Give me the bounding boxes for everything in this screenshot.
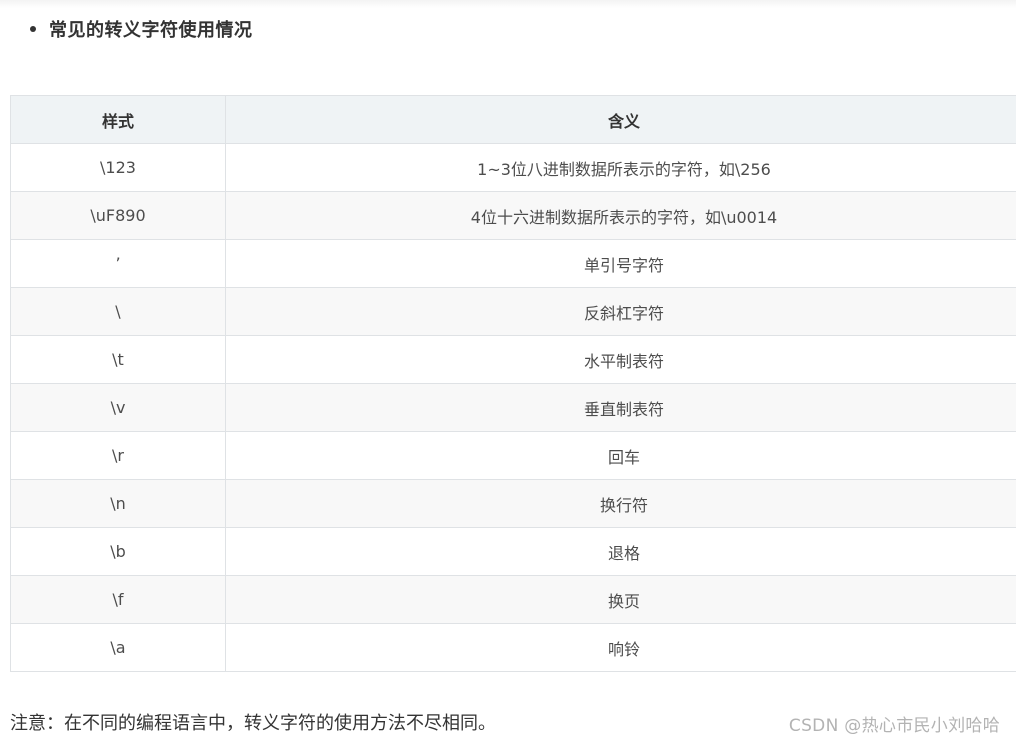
- cell-style: \uF890: [10, 191, 226, 240]
- table-row: \ 反斜杠字符: [10, 287, 1016, 336]
- cell-meaning: 1~3位八进制数据所表示的字符，如\256: [225, 143, 1016, 192]
- cell-meaning: 换行符: [225, 479, 1016, 528]
- cell-style: \f: [10, 575, 226, 624]
- cell-meaning: 4位十六进制数据所表示的字符，如\u0014: [225, 191, 1016, 240]
- top-shadow: [0, 0, 1016, 8]
- cell-meaning: 退格: [225, 527, 1016, 576]
- cell-meaning: 换页: [225, 575, 1016, 624]
- table-row: \a 响铃: [10, 623, 1016, 672]
- cell-meaning: 反斜杠字符: [225, 287, 1016, 336]
- cell-meaning: 垂直制表符: [225, 383, 1016, 432]
- table-row: ’ 单引号字符: [10, 239, 1016, 288]
- cell-style: \b: [10, 527, 226, 576]
- cell-style: \r: [10, 431, 226, 480]
- column-header-meaning: 含义: [225, 95, 1016, 144]
- table-row: \t 水平制表符: [10, 335, 1016, 384]
- column-header-style: 样式: [10, 95, 226, 144]
- table-row: \v 垂直制表符: [10, 383, 1016, 432]
- table-header-row: 样式 含义: [10, 95, 1016, 144]
- bullet-item: 常见的转义字符使用情况: [30, 14, 253, 44]
- table-row: \n 换行符: [10, 479, 1016, 528]
- cell-style: \t: [10, 335, 226, 384]
- cell-meaning: 单引号字符: [225, 239, 1016, 288]
- cell-meaning: 响铃: [225, 623, 1016, 672]
- cell-meaning: 水平制表符: [225, 335, 1016, 384]
- cell-meaning: 回车: [225, 431, 1016, 480]
- bullet-dot-icon: [30, 26, 36, 32]
- cell-style: \123: [10, 143, 226, 192]
- cell-style: \a: [10, 623, 226, 672]
- cell-style: \n: [10, 479, 226, 528]
- cell-style: ’: [10, 239, 226, 288]
- table-row: \f 换页: [10, 575, 1016, 624]
- cell-style: \v: [10, 383, 226, 432]
- section-heading: 常见的转义字符使用情况: [49, 20, 253, 41]
- cell-style: \: [10, 287, 226, 336]
- csdn-watermark: CSDN @热心市民小刘哈哈: [788, 716, 1000, 736]
- note-text: 注意：在不同的编程语言中，转义字符的使用方法不尽相同。: [10, 713, 496, 734]
- table-row: \123 1~3位八进制数据所表示的字符，如\256: [10, 143, 1016, 192]
- escape-chars-table: 样式 含义 \123 1~3位八进制数据所表示的字符，如\256 \uF890 …: [10, 95, 1016, 672]
- table-row: \r 回车: [10, 431, 1016, 480]
- table-row: \uF890 4位十六进制数据所表示的字符，如\u0014: [10, 191, 1016, 240]
- table-row: \b 退格: [10, 527, 1016, 576]
